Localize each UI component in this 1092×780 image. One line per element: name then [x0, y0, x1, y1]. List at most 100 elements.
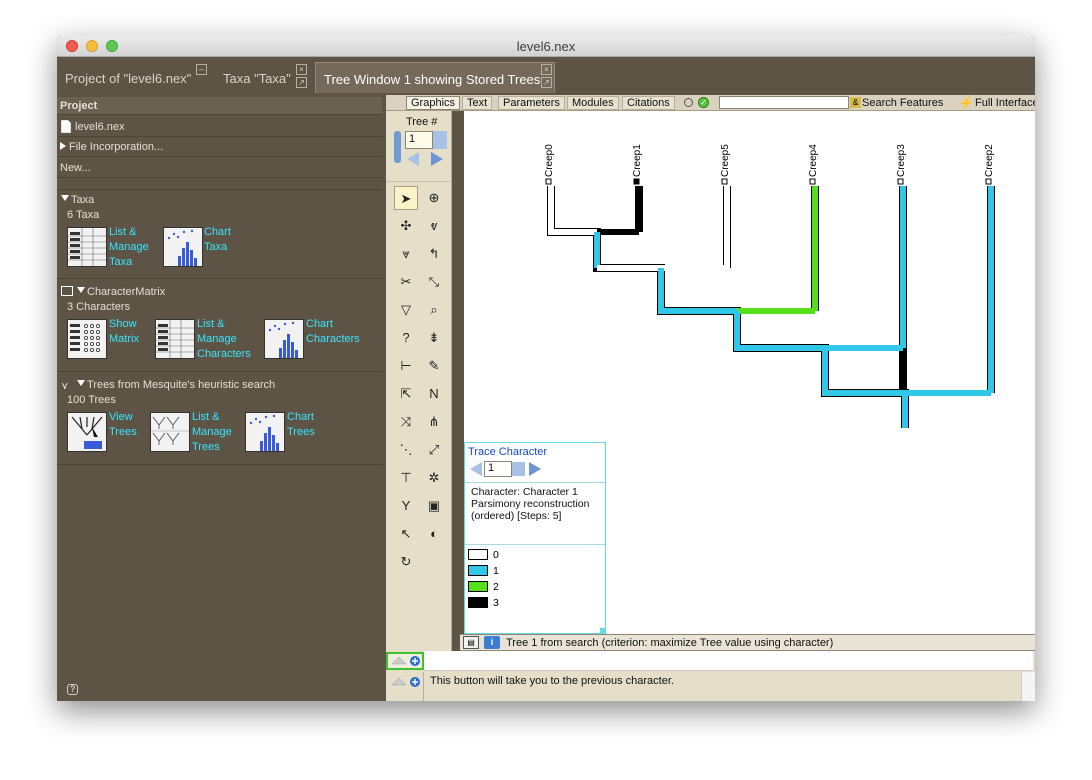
- chart-icon[interactable]: [245, 412, 285, 452]
- info-icon[interactable]: i: [484, 636, 500, 649]
- minimize-tab-icon[interactable]: –: [196, 64, 207, 75]
- nav-button-icon[interactable]: [389, 675, 423, 689]
- previous-tree-icon[interactable]: [407, 152, 419, 166]
- chart-taxa-link[interactable]: Chart Taxa: [204, 225, 231, 255]
- fan-tool-icon[interactable]: ⋔: [422, 410, 446, 434]
- branch-length-tool-icon[interactable]: ⊤: [394, 466, 418, 490]
- disclosure-triangle-icon[interactable]: [77, 287, 85, 293]
- arrow-tool-icon[interactable]: ➤: [394, 186, 418, 210]
- view-trees-link[interactable]: View Trees: [109, 410, 137, 440]
- tree-number-field[interactable]: 1: [405, 131, 433, 149]
- list-manage-trees-link[interactable]: List & Manage Trees: [192, 410, 232, 455]
- fork-tool-icon[interactable]: Y: [394, 494, 418, 518]
- popout-tab-icon[interactable]: ↗: [541, 77, 552, 88]
- view-trees-icon[interactable]: [67, 412, 107, 452]
- list-trees-icon[interactable]: [150, 412, 190, 452]
- matrix-section: CharacterMatrix 3 Characters Show Matrix…: [57, 282, 382, 372]
- close-tab-icon[interactable]: ×: [541, 64, 552, 75]
- tree-go-button[interactable]: [433, 131, 447, 149]
- full-interface-label[interactable]: Full Interface: [975, 97, 1035, 109]
- show-matrix-link[interactable]: Show Matrix: [109, 317, 139, 347]
- file-incorporation-row[interactable]: File Incorporation...: [57, 138, 382, 157]
- ladderize-tool-icon[interactable]: ⇟: [422, 326, 446, 350]
- search-features-label[interactable]: Search Features: [862, 97, 943, 109]
- close-tab-icon[interactable]: ×: [296, 64, 307, 75]
- tab-graphics[interactable]: Graphics: [406, 96, 461, 110]
- triangle-tool-icon[interactable]: ▽: [394, 298, 418, 322]
- taxon-label[interactable]: Creep4: [808, 144, 819, 177]
- disclosure-triangle-icon[interactable]: [77, 380, 85, 386]
- show-matrix-icon[interactable]: [67, 319, 107, 359]
- gear-tool-icon[interactable]: ✲: [422, 466, 446, 490]
- query-tool-icon[interactable]: ?: [394, 326, 418, 350]
- paint-tool-icon[interactable]: ✎: [422, 354, 446, 378]
- list-table-icon[interactable]: [155, 319, 195, 359]
- state-label: 1: [493, 565, 499, 577]
- subtree-tool-icon[interactable]: ⋱: [394, 438, 418, 462]
- taxon-label[interactable]: Creep1: [632, 144, 643, 177]
- disclosure-triangle-icon[interactable]: [61, 195, 69, 201]
- resize-handle[interactable]: [600, 628, 605, 633]
- list-table-icon[interactable]: [67, 227, 107, 267]
- list-manage-characters-link[interactable]: List & Manage Characters: [197, 317, 251, 362]
- new-row[interactable]: New...: [57, 158, 382, 178]
- clipboard-tool-icon[interactable]: ▣: [422, 494, 446, 518]
- name-tool-icon[interactable]: N: [422, 382, 446, 406]
- magnify-tool-icon[interactable]: ⊕: [422, 186, 446, 210]
- trace-character-legend[interactable]: Trace Character 1 Character: Character 1…: [464, 442, 606, 634]
- collapse-tool-icon[interactable]: ⱴ: [422, 214, 446, 238]
- polytomy-tool-icon[interactable]: ⩔: [394, 242, 418, 266]
- character-go-button[interactable]: [512, 462, 525, 476]
- character-number-field[interactable]: 1: [484, 461, 512, 477]
- next-character-icon[interactable]: [527, 461, 543, 477]
- scissors-tool-icon[interactable]: ✂: [394, 270, 418, 294]
- list-manage-taxa-link[interactable]: List & Manage Taxa: [109, 225, 149, 270]
- tab-tree-window[interactable]: Tree Window 1 showing Stored Trees: [315, 62, 555, 93]
- popout-tab-icon[interactable]: ↗: [296, 77, 307, 88]
- nav-button-highlight[interactable]: [386, 652, 424, 670]
- taxon-label[interactable]: Creep5: [720, 144, 731, 177]
- rotate-tool-icon[interactable]: ✣: [394, 214, 418, 238]
- interchange-tool-icon[interactable]: ⤨: [394, 410, 418, 434]
- refresh-tool-icon[interactable]: ↻: [394, 550, 418, 574]
- search-features-icon: &: [850, 97, 861, 108]
- tab-project[interactable]: Project of "level6.nex": [57, 62, 212, 93]
- tree-scroll-handle[interactable]: [394, 131, 401, 163]
- taxon-label[interactable]: Creep2: [984, 144, 995, 177]
- tab-parameters[interactable]: Parameters: [498, 96, 565, 110]
- ruler-tool-icon[interactable]: ⊢: [394, 354, 418, 378]
- tab-modules[interactable]: Modules: [567, 96, 619, 110]
- pointer-tool-icon[interactable]: ⇱: [394, 382, 418, 406]
- tab-citations[interactable]: Citations: [622, 96, 675, 110]
- chart-characters-link[interactable]: Chart Characters: [306, 317, 360, 347]
- previous-character-icon[interactable]: [468, 461, 484, 477]
- taxon-label[interactable]: Creep0: [544, 144, 555, 177]
- taxon-label[interactable]: Creep3: [896, 144, 907, 177]
- file-row[interactable]: level6.nex: [57, 117, 382, 137]
- chart-trees-link[interactable]: Chart Trees: [287, 410, 315, 440]
- cursor-tool-icon[interactable]: ↖: [394, 522, 418, 546]
- search-input[interactable]: [719, 96, 849, 109]
- trees-count: 100 Trees: [67, 394, 116, 406]
- lightning-icon: ⚡: [958, 95, 975, 110]
- chart-icon[interactable]: [264, 319, 304, 359]
- explanation-text: This button will take you to the previou…: [430, 675, 674, 687]
- scrollbar[interactable]: [1021, 672, 1035, 701]
- table-icon[interactable]: ▤: [463, 636, 479, 649]
- tree-branches[interactable]: [547, 186, 995, 428]
- check-icon[interactable]: ✓: [698, 97, 709, 108]
- tree-nav-arrows: [407, 152, 443, 166]
- taxon-markers: [545, 178, 992, 185]
- reroot-tool-icon[interactable]: ↰: [422, 242, 446, 266]
- chart-icon[interactable]: [163, 227, 203, 267]
- help-icon[interactable]: ?: [67, 684, 78, 695]
- next-tree-icon[interactable]: [431, 152, 443, 166]
- branch-move-tool-icon[interactable]: ⤡: [422, 270, 446, 294]
- tab-text[interactable]: Text: [462, 96, 493, 110]
- taxa-title: Taxa: [71, 194, 95, 206]
- command-field[interactable]: [424, 651, 1033, 671]
- resize-tool-icon[interactable]: ⤢: [422, 438, 446, 462]
- search-tool-icon[interactable]: ⌕: [422, 298, 446, 322]
- color-tool-icon[interactable]: ◐: [422, 522, 446, 546]
- circle-icon[interactable]: [684, 98, 693, 107]
